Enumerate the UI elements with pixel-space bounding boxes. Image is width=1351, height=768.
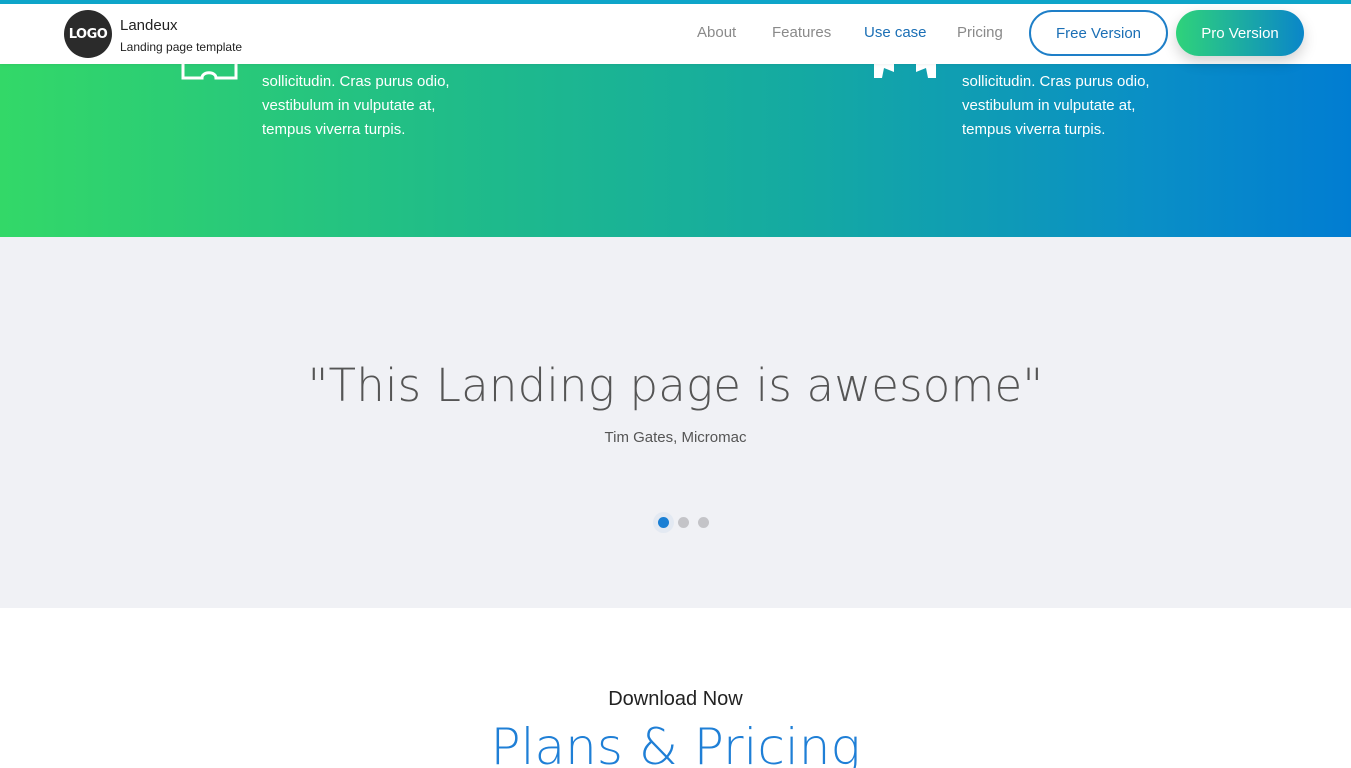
testimonial-quote: "This Landing page is awesome": [307, 359, 1044, 412]
free-version-button[interactable]: Free Version: [1029, 10, 1168, 56]
pricing-kicker: Download Now: [608, 688, 743, 710]
carousel-pagination: [654, 513, 718, 531]
logo[interactable]: LOGO: [64, 10, 112, 58]
feature-line: vestibulum in vulputate at,: [262, 97, 436, 114]
nav-about[interactable]: About: [697, 24, 736, 41]
brand-tagline: Landing page template: [120, 40, 243, 54]
feature-line: tempus viverra turpis.: [962, 121, 1106, 138]
pro-version-button[interactable]: Pro Version: [1176, 10, 1304, 56]
carousel-dot-3[interactable]: [698, 517, 709, 528]
feature-line: sollicitudin. Cras purus odio,: [962, 73, 1150, 90]
feature-line: vestibulum in vulputate at,: [962, 97, 1136, 114]
pricing-title: Plans & Pricing: [490, 718, 861, 768]
pricing-section: Download Now Plans & Pricing: [0, 608, 1351, 768]
feature-line: sollicitudin. Cras purus odio,: [262, 73, 450, 90]
carousel-dot-2[interactable]: [678, 517, 689, 528]
top-accent-bar: [0, 0, 1351, 4]
testimonial-section: "This Landing page is awesome" Tim Gates…: [0, 237, 1351, 608]
site-header: LOGO Landeux Landing page template About…: [0, 0, 1351, 64]
brand-name: Landeux: [120, 17, 178, 34]
testimonial-author: Tim Gates, Micromac: [604, 429, 747, 446]
feature-line: tempus viverra turpis.: [262, 121, 406, 138]
carousel-dot-1[interactable]: [658, 517, 669, 528]
feature-description-right: sollicitudin. Cras purus odio, vestibulu…: [962, 70, 1202, 142]
feature-description-left: sollicitudin. Cras purus odio, vestibulu…: [262, 70, 502, 142]
nav-use-case[interactable]: Use case: [864, 24, 927, 41]
nav-pricing[interactable]: Pricing: [957, 24, 1003, 41]
nav-features[interactable]: Features: [772, 24, 831, 41]
